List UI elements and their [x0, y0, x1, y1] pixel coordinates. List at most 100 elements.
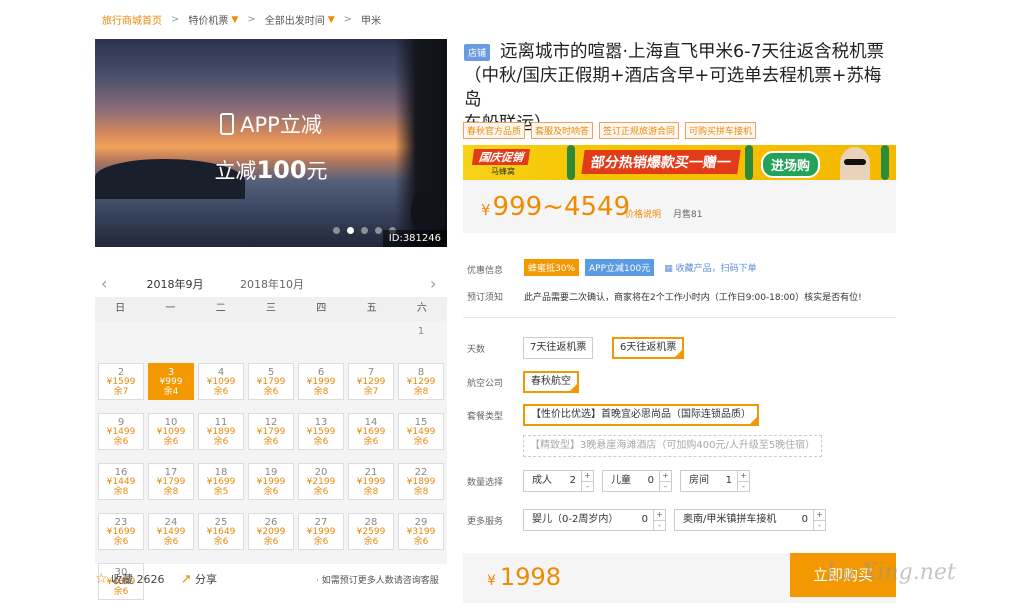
calendar-day-2[interactable]: 2 ¥1599 余7	[98, 363, 144, 400]
breadcrumb: 旅行商城首页 > 特价机票 ▼ > 全部出发时间 ▼ > 甲米	[102, 12, 381, 27]
calendar-day-12[interactable]: 12 ¥1799 余6	[248, 413, 294, 450]
product-tags: 春秋官方品质 套服及时响答 签订正规旅游合同 可购买拼车接机	[463, 122, 757, 139]
price-range: ¥999~4549	[481, 192, 631, 222]
transfer-stepper[interactable]: 奥南/甲米镇拼车接机 0 + -	[674, 509, 826, 531]
share-button[interactable]: ↗ 分享	[181, 571, 217, 587]
day-stock: 余7	[363, 386, 379, 397]
minus-icon[interactable]: -	[660, 482, 671, 492]
day-stock: 余6	[213, 386, 229, 397]
carousel-dot[interactable]	[361, 227, 368, 234]
calendar-day-4[interactable]: 4 ¥1099 余6	[198, 363, 244, 400]
calendar-day-23[interactable]: 23 ¥1699 余6	[98, 513, 144, 550]
calendar-day-14[interactable]: 14 ¥1699 余6	[348, 413, 394, 450]
minus-icon[interactable]: -	[814, 521, 825, 531]
plus-icon[interactable]: +	[738, 471, 749, 482]
infant-stepper[interactable]: 婴儿（0-2周岁内） 0 + -	[523, 509, 666, 531]
plus-icon[interactable]: +	[660, 471, 671, 482]
days-option-6-selected[interactable]: 6天往返机票	[612, 337, 685, 359]
calendar-day-5[interactable]: 5 ¥1799 余6	[248, 363, 294, 400]
day-stock: 余6	[313, 536, 329, 547]
calendar-day-28[interactable]: 28 ¥2599 余6	[348, 513, 394, 550]
day-stock: 余8	[413, 386, 429, 397]
quantity-label: 数量选择	[467, 478, 504, 488]
phone-icon	[220, 113, 235, 135]
calendar-day-15[interactable]: 15 ¥1499 余6	[398, 413, 444, 450]
breadcrumb-category[interactable]: 特价机票	[188, 12, 228, 27]
calendar-day-22[interactable]: 22 ¥1899 余8	[398, 463, 444, 500]
banner-cta[interactable]: 进场购	[761, 151, 821, 178]
carousel-dot[interactable]	[333, 227, 340, 234]
tab-month-next[interactable]: 2018年10月	[240, 276, 304, 292]
plus-icon[interactable]: +	[814, 510, 825, 521]
day-stock: 余6	[213, 536, 229, 547]
caret-down-icon[interactable]: ▼	[231, 15, 238, 25]
calendar-day-18[interactable]: 18 ¥1699 余5	[198, 463, 244, 500]
booking-notice: 此产品需要二次确认，商家将在2个工作小时内（工作日9:00-18:00）核实是否…	[524, 293, 862, 303]
day-stock: 余6	[113, 536, 129, 547]
qr-order-link[interactable]: ▦ 收藏产品，扫码下单	[664, 261, 756, 274]
calendar-day-6[interactable]: 6 ¥1999 余8	[298, 363, 344, 400]
calendar-day-29[interactable]: 29 ¥3199 余6	[398, 513, 444, 550]
day-stock: 余6	[413, 536, 429, 547]
banner-promo-label: 国庆促销	[471, 149, 531, 165]
calendar-day-21[interactable]: 21 ¥1999 余8	[348, 463, 394, 500]
day-stock: 余6	[113, 436, 129, 447]
breadcrumb-time[interactable]: 全部出发时间	[265, 12, 325, 27]
hero-app-text: APP立减	[95, 109, 447, 139]
calendar-day-7[interactable]: 7 ¥1299 余7	[348, 363, 394, 400]
calendar-day-19[interactable]: 19 ¥1999 余6	[248, 463, 294, 500]
child-stepper[interactable]: 儿童 0 + -	[602, 470, 672, 492]
day-stock: 余6	[213, 436, 229, 447]
chevron-right-icon[interactable]: ›	[430, 274, 436, 293]
calendar-day-13[interactable]: 13 ¥1599 余6	[298, 413, 344, 450]
calendar-day-17[interactable]: 17 ¥1799 余8	[148, 463, 194, 500]
favorite-button[interactable]: ☆ 收藏 2626	[95, 571, 165, 587]
promo-label: 优惠信息	[467, 266, 504, 276]
calendar-day-8[interactable]: 8 ¥1299 余8	[398, 363, 444, 400]
promo-banner[interactable]: 国庆促销 马蜂窝 部分热销爆款买一赠一 进场购	[463, 145, 896, 180]
day-stock: 余4	[163, 386, 179, 397]
watermark: Lu Xing.net	[826, 560, 956, 585]
day-stock: 余6	[113, 586, 129, 597]
more-services-label: 更多服务	[467, 517, 504, 527]
package-option-selected[interactable]: 【性价比优选】首晚宜必思尚品（国际连锁品质）	[523, 404, 759, 426]
day-stock: 余8	[363, 486, 379, 497]
calendar-day-10[interactable]: 10 ¥1099 余6	[148, 413, 194, 450]
calendar-day-27[interactable]: 27 ¥1999 余6	[298, 513, 344, 550]
caret-down-icon[interactable]: ▼	[328, 15, 335, 25]
qr-code-icon: ▦	[664, 264, 673, 274]
day-stock: 余8	[113, 486, 129, 497]
calendar-day-11[interactable]: 11 ¥1899 余6	[198, 413, 244, 450]
calendar-day-3[interactable]: 3 ¥999 余4	[148, 363, 194, 400]
calendar-day-16[interactable]: 16 ¥1449 余8	[98, 463, 144, 500]
day-stock: 余8	[313, 386, 329, 397]
price-explain-link[interactable]: 价格说明	[625, 207, 661, 220]
plus-icon[interactable]: +	[654, 510, 665, 521]
breadcrumb-home[interactable]: 旅行商城首页	[102, 12, 162, 27]
days-option-7[interactable]: 7天往返机票	[523, 337, 594, 359]
package-option-disabled[interactable]: 【精致型】3晚悬崖海滩酒店（可加购400元/人升级至5晚住宿）	[523, 435, 823, 457]
breadcrumb-separator: >	[171, 14, 180, 25]
weekday: 四	[316, 303, 327, 314]
calendar-day-25[interactable]: 25 ¥1649 余6	[198, 513, 244, 550]
plus-icon[interactable]: +	[582, 471, 593, 482]
minus-icon[interactable]: -	[738, 482, 749, 492]
chevron-left-icon[interactable]: ‹	[101, 274, 107, 293]
adult-stepper[interactable]: 成人 2 + -	[523, 470, 594, 492]
promo-coupon-badge: 蜂蜜抵30%	[524, 259, 580, 276]
airline-option-selected[interactable]: 春秋航空	[523, 371, 579, 393]
day-stock: 余6	[313, 486, 329, 497]
favorite-share-bar: ☆ 收藏 2626 ↗ 分享	[95, 571, 217, 587]
day-stock: 余6	[263, 386, 279, 397]
calendar-day-24[interactable]: 24 ¥1499 余6	[148, 513, 194, 550]
carousel-dot[interactable]	[375, 227, 382, 234]
carousel-dot-active[interactable]	[347, 227, 354, 234]
calendar-day-20[interactable]: 20 ¥2199 余6	[298, 463, 344, 500]
calendar-day-9[interactable]: 9 ¥1499 余6	[98, 413, 144, 450]
minus-icon[interactable]: -	[654, 521, 665, 531]
hero-image[interactable]: APP立减 立减100元 ID:381246	[95, 39, 447, 247]
minus-icon[interactable]: -	[582, 482, 593, 492]
divider	[463, 317, 896, 318]
room-stepper[interactable]: 房间 1 + -	[680, 470, 750, 492]
calendar-day-26[interactable]: 26 ¥2099 余6	[248, 513, 294, 550]
